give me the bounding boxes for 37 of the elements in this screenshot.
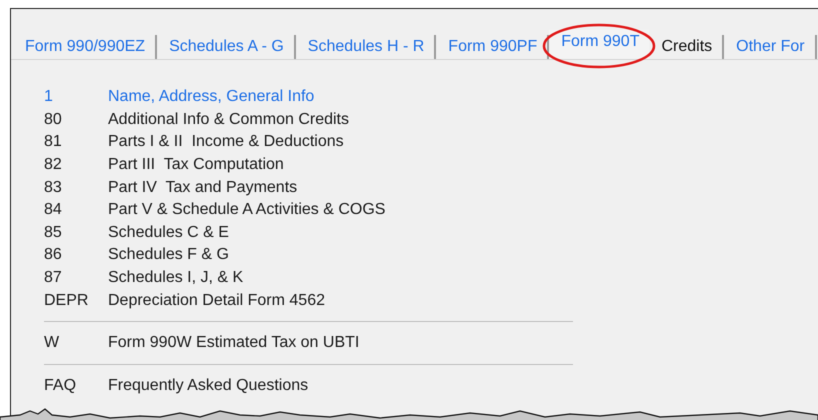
form-title: Depreciation Detail Form 4562 (108, 292, 325, 310)
form-title: Additional Info & Common Credits (108, 110, 349, 129)
form-title: Schedules I, J, & K (108, 269, 244, 288)
form-title: Part IV Tax and Payments (108, 178, 298, 197)
form-title: Form 990W Estimated Tax on UBTI (108, 334, 360, 352)
form-code: 83 (44, 178, 63, 197)
form-list-item[interactable]: 85 Schedules C & E (44, 222, 573, 244)
form-title: Part III Tax Computation (108, 156, 284, 174)
form-title: Part V & Schedule A Activities & COGS (108, 201, 386, 220)
form-code: 82 (44, 156, 63, 174)
form-title: Frequently Asked Questions (108, 376, 308, 395)
form-title: Parts I & II Income & Deductions (108, 133, 344, 152)
form-list-item[interactable]: 82 Part III Tax Computation (44, 154, 573, 176)
form-list-item[interactable]: DEPR Depreciation Detail Form 4562 (44, 289, 573, 312)
form-title: Name, Address, General Info (108, 88, 314, 106)
form-code: 87 (44, 269, 63, 288)
form-list-item[interactable]: W Form 990W Estimated Tax on UBTI (44, 332, 573, 355)
form-list-item[interactable]: 86 Schedules F & G (44, 244, 573, 267)
form-code: DEPR (44, 292, 90, 310)
form-title: Schedules F & G (108, 246, 229, 264)
form-code: 85 (44, 224, 63, 242)
form-list-item[interactable]: 81 Parts I & II Income & Deductions (44, 131, 573, 154)
form-list-item[interactable]: 80 Additional Info & Common Credits (44, 108, 573, 132)
form-code: 86 (44, 246, 63, 264)
form-code: FAQ (44, 376, 78, 395)
form-list-item[interactable]: 83 Part IV Tax and Payments (44, 176, 573, 199)
tab[interactable]: Form 990T (549, 30, 650, 59)
form-code: 80 (44, 110, 63, 129)
form-code: 1 (44, 88, 54, 106)
form-list-item[interactable]: 87 Schedules I, J, & K (44, 266, 573, 290)
form-list-item[interactable]: 84 Part V & Schedule A Activities & COGS (44, 198, 573, 222)
form-title: Schedules C & E (108, 224, 229, 242)
form-list-item[interactable]: 1 Name, Address, General Info (44, 86, 573, 109)
form-code: W (44, 334, 60, 352)
form-list-item[interactable]: FAQ Frequently Asked Questions (44, 374, 573, 398)
form-code: 84 (44, 201, 63, 220)
form-code: 81 (44, 133, 63, 152)
